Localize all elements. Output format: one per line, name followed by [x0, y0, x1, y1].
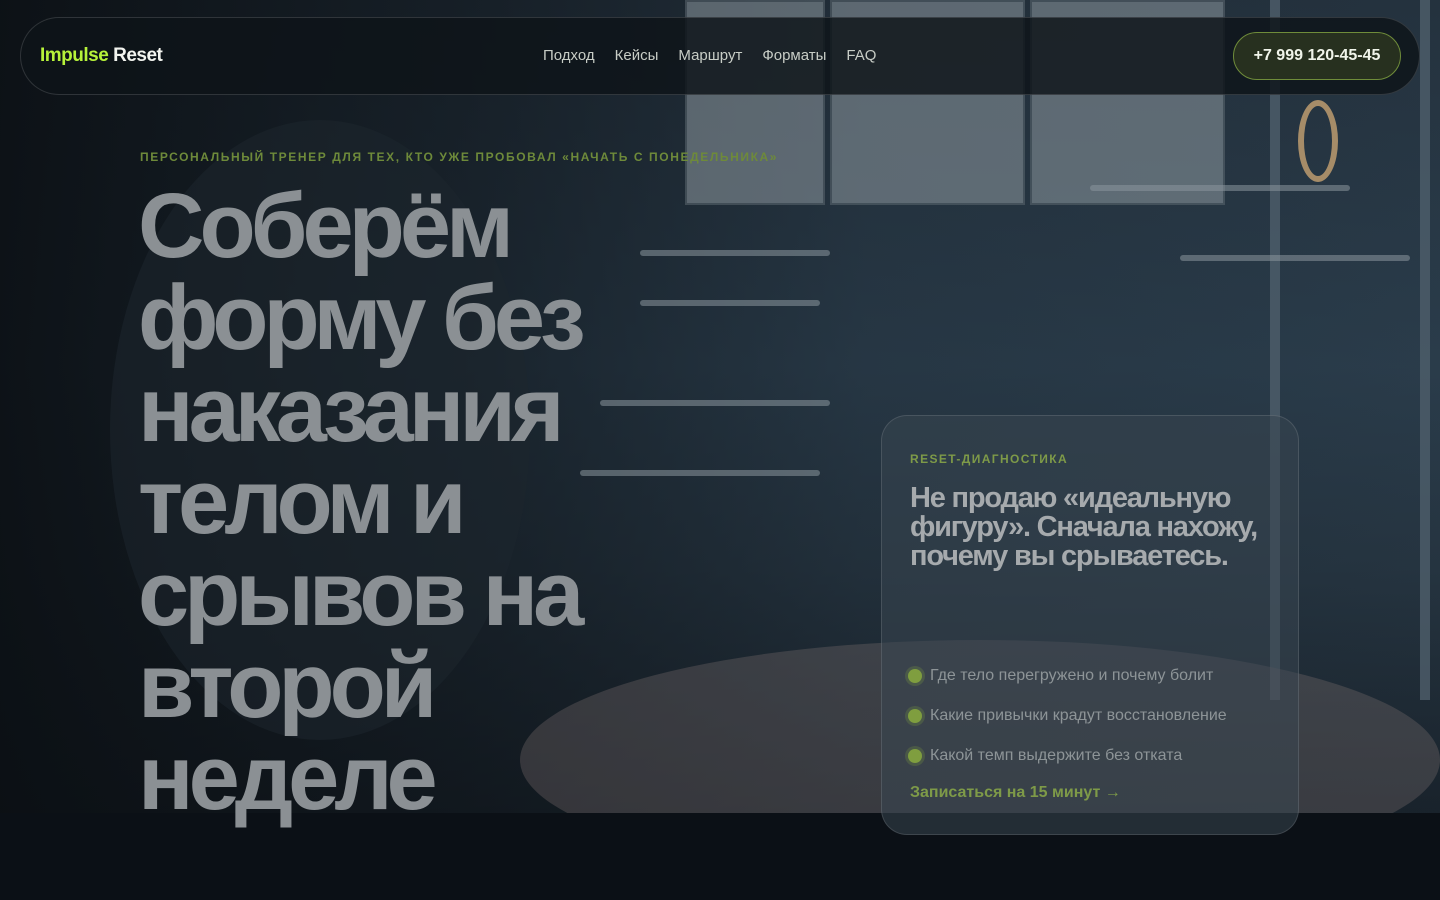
hero-headline: Соберём форму без наказания телом и срыв… — [138, 180, 858, 824]
headline-line: срывов на — [138, 543, 584, 645]
card-kicker: RESET-ДИАГНОСТИКА — [910, 452, 1069, 466]
bullet-dot-icon — [908, 669, 922, 683]
bullet-dot-icon — [908, 749, 922, 763]
card-list: Где тело перегружено и почему болит Каки… — [908, 656, 1227, 776]
nav-link-cases[interactable]: Кейсы — [615, 47, 659, 64]
headline-line: второй — [138, 635, 437, 737]
brand-logo[interactable]: Impulse Reset — [40, 45, 163, 67]
card-title: Не продаю «идеальную фигуру». Сначала на… — [910, 482, 1258, 572]
book-call-link[interactable]: Записаться на 15 минут → — [910, 784, 1121, 802]
list-item: Где тело перегружено и почему болит — [908, 656, 1227, 696]
gym-ring — [1298, 100, 1338, 182]
nav-link-faq[interactable]: FAQ — [846, 47, 876, 64]
headline-line: Соберём — [138, 175, 514, 277]
nav-link-approach[interactable]: Подход — [543, 47, 595, 64]
main-nav: Подход Кейсы Маршрут Форматы FAQ — [543, 47, 876, 64]
brand-logo-part1: Impulse — [40, 45, 109, 66]
headline-line: неделе — [138, 727, 438, 829]
nav-link-route[interactable]: Маршрут — [678, 47, 742, 64]
site-header: Impulse Reset Подход Кейсы Маршрут Форма… — [20, 17, 1420, 95]
bullet-dot-icon — [908, 709, 922, 723]
headline-line: форму без — [138, 267, 586, 369]
list-item: Какие привычки крадут восстановление — [908, 696, 1227, 736]
list-item-text: Какой темп выдержите без отката — [930, 747, 1183, 764]
list-item: Какой темп выдержите без отката — [908, 736, 1227, 776]
headline-line: телом и — [138, 451, 467, 553]
list-item-text: Где тело перегружено и почему болит — [930, 667, 1214, 684]
wall-bar — [1180, 255, 1410, 261]
wall-pipe — [1420, 0, 1430, 700]
diagnostics-card: RESET-ДИАГНОСТИКА Не продаю «идеальную ф… — [881, 415, 1299, 835]
headline-line: наказания — [138, 359, 565, 461]
nav-link-formats[interactable]: Форматы — [762, 47, 826, 64]
phone-button[interactable]: +7 999 120-45-45 — [1233, 32, 1401, 80]
brand-logo-part2: Reset — [113, 45, 163, 66]
wall-bar — [1090, 185, 1350, 191]
list-item-text: Какие привычки крадут восстановление — [930, 707, 1227, 724]
hero-eyebrow: ПЕРСОНАЛЬНЫЙ ТРЕНЕР ДЛЯ ТЕХ, КТО УЖЕ ПРО… — [140, 150, 779, 164]
